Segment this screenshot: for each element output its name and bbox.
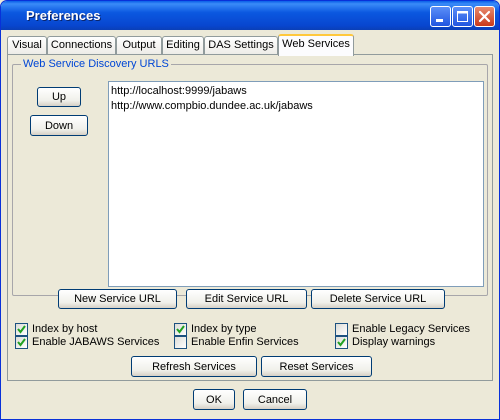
checkbox-box [335,323,348,336]
maximize-button[interactable] [452,6,473,27]
list-item[interactable]: http://www.compbio.dundee.ac.uk/jabaws [111,100,313,112]
index-by-type-checkbox[interactable]: Index by type [174,323,294,337]
list-item[interactable]: http://localhost:9999/jabaws [111,85,247,97]
close-icon [478,10,491,23]
enable-enfin-services-checkbox[interactable]: Enable Enfin Services [174,336,324,350]
new-service-url-button[interactable]: New Service URL [58,289,177,309]
checkbox-box [15,336,28,349]
check-mark-icon [17,325,26,334]
enable-enfin-services-label: Enable Enfin Services [191,336,299,348]
close-button[interactable] [474,6,495,27]
down-button[interactable]: Down [30,115,88,136]
display-warnings-label: Display warnings [352,336,436,348]
cancel-button[interactable]: Cancel [243,389,307,410]
discovery-group: Web Service Discovery URLS Up Down http:… [12,58,488,296]
checkbox-box [174,336,187,349]
maximize-icon [457,11,468,22]
check-mark-icon [17,338,26,347]
enable-legacy-services-label: Enable Legacy Services [352,323,471,335]
check-mark-icon [337,338,346,347]
index-by-host-label: Index by host [32,323,98,335]
checkbox-box [15,323,28,336]
tab-editing[interactable]: Editing [162,36,204,55]
minimize-icon [436,19,443,22]
delete-service-url-button[interactable]: Delete Service URL [311,289,445,309]
window-title: Preferences [26,8,101,23]
reset-services-button[interactable]: Reset Services [261,356,372,377]
title-bar[interactable]: Preferences [1,1,499,30]
minimize-button[interactable] [430,6,451,27]
enable-jabaws-services-checkbox[interactable]: Enable JABAWS Services [15,336,175,350]
refresh-services-button[interactable]: Refresh Services [131,356,257,377]
tab-output[interactable]: Output [116,36,162,55]
display-warnings-checkbox[interactable]: Display warnings [335,336,485,350]
checkbox-box [174,323,187,336]
tab-das-settings[interactable]: DAS Settings [204,36,278,55]
tab-connections[interactable]: Connections [47,36,116,55]
enable-jabaws-services-label: Enable JABAWS Services [32,336,160,348]
up-button[interactable]: Up [37,87,81,107]
enable-legacy-services-checkbox[interactable]: Enable Legacy Services [335,323,485,337]
check-mark-icon [176,325,185,334]
tab-visual[interactable]: Visual [7,36,47,55]
index-by-host-checkbox[interactable]: Index by host [15,323,135,337]
tab-web-services[interactable]: Web Services [278,34,354,56]
preferences-window: Preferences Visual Connections Output Ed… [0,0,500,420]
edit-service-url-button[interactable]: Edit Service URL [186,289,307,309]
index-by-type-label: Index by type [191,323,257,335]
web-services-panel: Web Service Discovery URLS Up Down http:… [7,54,493,381]
service-url-list[interactable]: http://localhost:9999/jabaws http://www.… [108,81,484,287]
discovery-group-title: Web Service Discovery URLS [21,58,171,70]
checkbox-box [335,336,348,349]
ok-button[interactable]: OK [193,389,235,410]
